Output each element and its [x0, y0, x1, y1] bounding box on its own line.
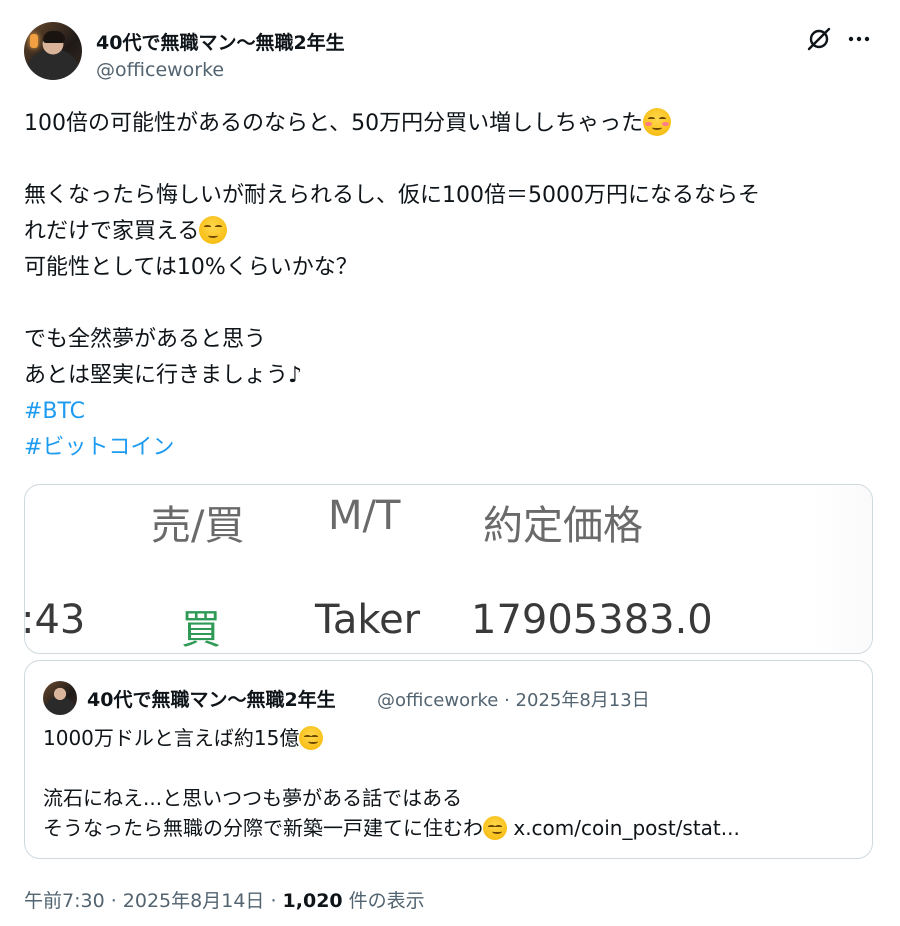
post-line-3: れだけで家買える [24, 214, 874, 250]
header-mt: M/T [328, 493, 401, 539]
header-side: 売/買 [151, 503, 245, 549]
row-type: Taker [315, 597, 421, 643]
row-price: 17905383.0 [471, 597, 713, 643]
post-line-1: 100倍の可能性があるのならと、50万円分買い増ししちゃった [24, 106, 874, 142]
quote-display-name: 40代で無職マン〜無職2年生 [87, 689, 336, 711]
grok-icon[interactable] [806, 26, 832, 52]
hashtag-btc[interactable]: #BTC [24, 394, 874, 430]
author-avatar[interactable] [24, 22, 82, 80]
quote-avatar [43, 681, 77, 715]
smiling-blush-emoji-icon [643, 108, 672, 136]
header-price: 約定価格 [483, 503, 643, 549]
attached-image[interactable]: 売/買 M/T 約定価格 :43 買 Taker 17905383.0 [24, 484, 873, 654]
image-edge-fade [812, 485, 872, 653]
post-line-2: 無くなったら悔しいが耐えられるし、仮に100倍＝5000万円になるならそ [24, 183, 760, 208]
quote-text: 1000万ドルと言えば約15億 流石にねえ...と思いつつも夢がある話ではある … [43, 723, 858, 843]
smirk-emoji-icon [199, 216, 228, 244]
row-side: 買 [181, 607, 221, 653]
more-options-icon[interactable] [846, 26, 872, 52]
avatar-hair [43, 31, 65, 43]
rofl-emoji-icon [483, 816, 507, 840]
post-meta-footer: 午前7:30 · 2025年8月14日 · 1,020 件の表示 [24, 886, 425, 913]
post-line-4: 可能性としては10%くらいかな？ [24, 255, 358, 280]
post-timestamp[interactable]: 午前7:30 · 2025年8月14日 · [24, 890, 283, 912]
row-time: :43 [24, 597, 86, 643]
post-line-6: あとは堅実に行きましょう♪ [24, 363, 303, 388]
views-count: 1,020 [282, 890, 343, 912]
post-line-5: でも全然夢があると思う [24, 327, 267, 352]
quote-handle-date: @officeworke · 2025年8月13日 [377, 690, 650, 711]
views-label: 件の表示 [342, 890, 425, 912]
avatar-lamp [30, 34, 38, 48]
quote-link[interactable]: x.com/coin_post/stat... [507, 816, 740, 840]
post-text: 100倍の可能性があるのならと、50万円分買い増ししちゃった 無くなったら悔しい… [24, 106, 874, 466]
author-display-name[interactable]: 40代で無職マン〜無職2年生 [96, 28, 345, 55]
thinking-emoji-icon [299, 726, 324, 750]
quote-line-1: 1000万ドルと言えば約15億 [43, 723, 858, 753]
hashtag-bitcoin[interactable]: #ビットコイン [24, 430, 874, 466]
quoted-post[interactable]: 40代で無職マン〜無職2年生 @officeworke · 2025年8月13日… [24, 660, 873, 859]
author-handle[interactable]: @officeworke [96, 59, 224, 81]
quote-line-3: そうなったら無職の分際で新築一戸建てに住むわ x.com/coin_post/s… [43, 816, 740, 840]
quote-line-2: 流石にねえ...と思いつつも夢がある話ではある [43, 786, 463, 810]
